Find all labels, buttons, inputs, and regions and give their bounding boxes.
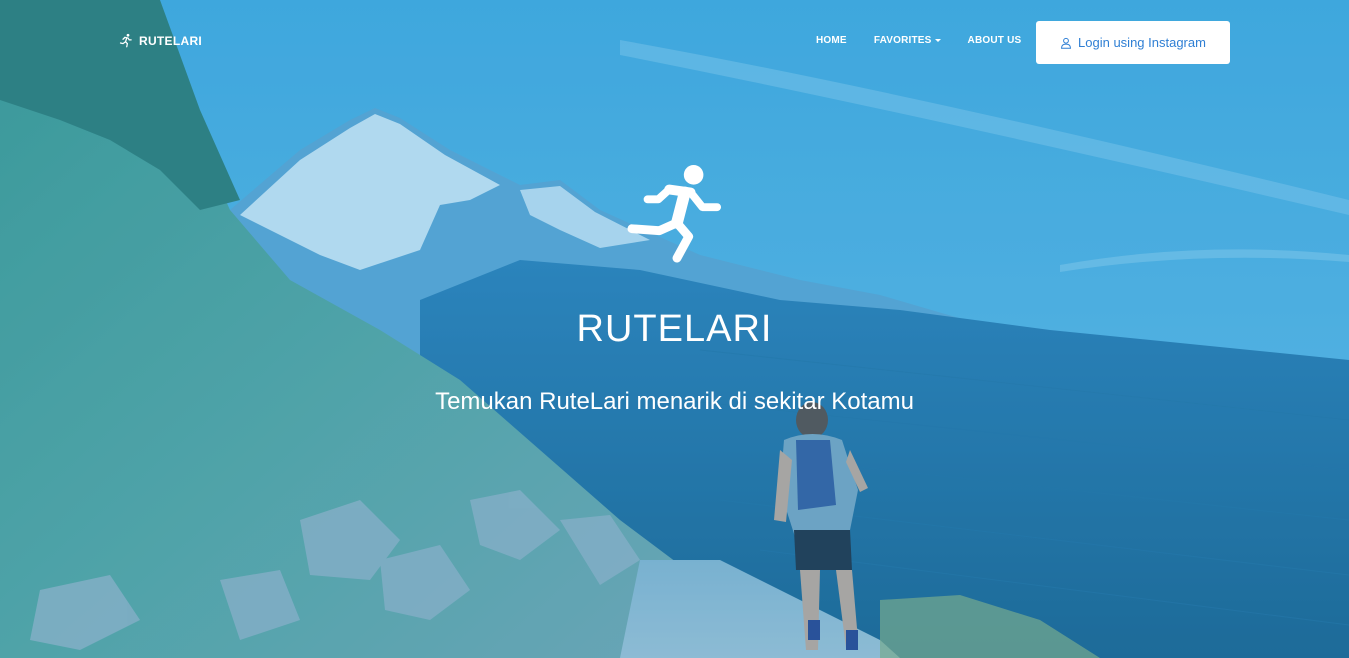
hero-title: RUTELARI (576, 308, 773, 350)
user-icon (1061, 37, 1072, 49)
navbar: RUTELARI HOME FAVORITES ABOUT US Login u… (0, 0, 1349, 84)
hero-subtitle: Temukan RuteLari menarik di sekitar Kota… (435, 388, 914, 415)
login-label: Login using Instagram (1078, 35, 1206, 50)
nav-links: HOME FAVORITES ABOUT US (816, 35, 1021, 46)
nav-home[interactable]: HOME (816, 35, 847, 46)
caret-down-icon (934, 39, 941, 42)
runner-icon (627, 165, 722, 263)
brand-logo[interactable]: RUTELARI (118, 33, 202, 48)
hero-section: RUTELARI HOME FAVORITES ABOUT US Login u… (0, 0, 1349, 658)
login-instagram-button[interactable]: Login using Instagram (1036, 21, 1230, 64)
nav-favorites-dropdown[interactable]: FAVORITES (874, 35, 941, 46)
brand-name: RUTELARI (139, 33, 203, 48)
nav-about[interactable]: ABOUT US (968, 35, 1022, 46)
nav-favorites-label: FAVORITES (873, 35, 932, 46)
runner-icon (119, 33, 132, 48)
